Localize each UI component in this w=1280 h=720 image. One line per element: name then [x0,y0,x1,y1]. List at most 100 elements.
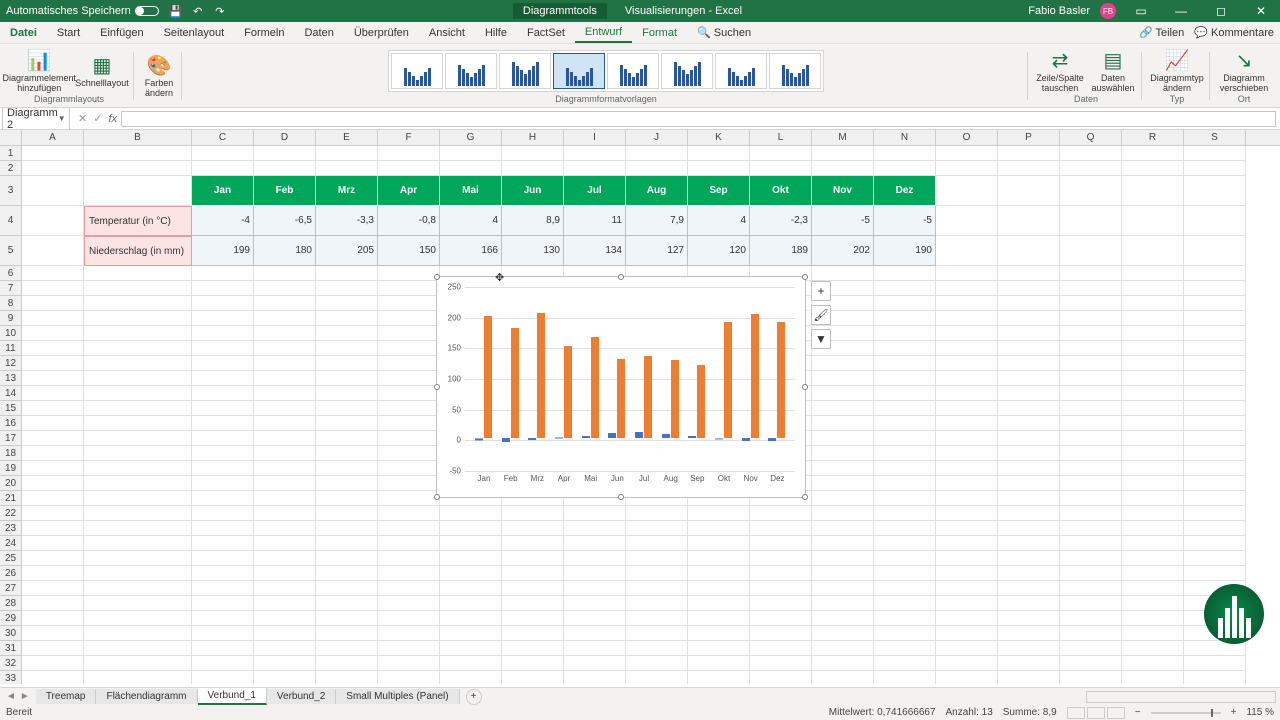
add-sheet-button[interactable]: + [466,689,482,705]
enter-formula-icon[interactable]: ✓ [93,112,102,125]
tab-page-layout[interactable]: Seitenlayout [154,24,235,42]
cell[interactable] [1060,266,1122,281]
cell[interactable] [192,551,254,566]
cell[interactable] [192,476,254,491]
sheet-tab-verbund2[interactable]: Verbund_2 [267,689,336,704]
cell[interactable] [440,536,502,551]
row-header[interactable]: 8 [0,296,22,311]
cell[interactable] [316,521,378,536]
cell[interactable] [378,506,440,521]
cell[interactable] [1060,671,1122,684]
cell[interactable] [192,581,254,596]
cell[interactable] [998,356,1060,371]
cell[interactable] [688,656,750,671]
cell[interactable] [874,581,936,596]
cell[interactable] [874,551,936,566]
resize-handle[interactable] [802,274,808,280]
cell[interactable] [1122,161,1184,176]
cell[interactable] [1184,536,1246,551]
cell[interactable] [378,386,440,401]
column-header[interactable]: H [502,130,564,145]
cell[interactable]: -4 [192,206,254,236]
cell[interactable] [1184,266,1246,281]
cell[interactable] [378,611,440,626]
cell[interactable] [936,281,998,296]
cell[interactable] [440,161,502,176]
cell[interactable] [750,566,812,581]
cell[interactable] [22,176,84,206]
cell[interactable] [998,581,1060,596]
cell[interactable]: -5 [874,206,936,236]
cell[interactable]: 4 [688,206,750,236]
bar-group[interactable] [688,365,705,439]
column-header[interactable]: M [812,130,874,145]
autosave-toggle[interactable]: Automatisches Speichern [6,5,159,17]
cell[interactable] [874,161,936,176]
resize-handle[interactable] [802,494,808,500]
cell[interactable] [998,371,1060,386]
change-chart-type-button[interactable]: 📈Diagrammtyp ändern [1150,48,1204,94]
cell[interactable] [254,521,316,536]
cell[interactable] [936,431,998,446]
cell[interactable]: 8,9 [502,206,564,236]
cell[interactable] [378,356,440,371]
cell[interactable] [316,296,378,311]
cell[interactable] [750,626,812,641]
cell[interactable] [502,581,564,596]
cell[interactable]: 205 [316,236,378,266]
cell[interactable] [22,491,84,506]
cell[interactable] [22,626,84,641]
cell[interactable] [192,281,254,296]
cell[interactable] [874,266,936,281]
cell[interactable] [22,461,84,476]
cell[interactable] [378,641,440,656]
cell[interactable]: Mai [440,176,502,206]
cell[interactable] [998,626,1060,641]
cell[interactable] [22,296,84,311]
cell[interactable] [84,371,192,386]
cell[interactable] [192,416,254,431]
cell[interactable] [316,581,378,596]
cell[interactable] [378,266,440,281]
cell[interactable] [1060,341,1122,356]
cell[interactable] [1060,626,1122,641]
cell[interactable] [874,311,936,326]
cell[interactable] [378,521,440,536]
cell[interactable] [316,611,378,626]
cell[interactable]: 134 [564,236,626,266]
cell[interactable] [84,641,192,656]
cell[interactable] [192,536,254,551]
bar-group[interactable] [768,322,785,439]
cell[interactable] [254,356,316,371]
cell[interactable] [998,416,1060,431]
cell[interactable] [192,596,254,611]
tab-file[interactable]: Datei [0,24,47,42]
cell[interactable] [1122,431,1184,446]
cell[interactable] [812,356,874,371]
cell[interactable] [1122,506,1184,521]
cell[interactable] [316,416,378,431]
cell[interactable] [378,566,440,581]
cell[interactable] [192,401,254,416]
cell[interactable] [998,311,1060,326]
cell[interactable] [812,596,874,611]
row-header[interactable]: 7 [0,281,22,296]
cell[interactable] [84,506,192,521]
cell[interactable]: Feb [254,176,316,206]
cell[interactable] [22,506,84,521]
column-header[interactable]: J [626,130,688,145]
cell[interactable]: 7,9 [626,206,688,236]
cell[interactable] [84,281,192,296]
cell[interactable] [812,476,874,491]
cell[interactable] [254,476,316,491]
cell[interactable] [378,476,440,491]
cell[interactable] [1122,656,1184,671]
cell[interactable] [1060,476,1122,491]
cell[interactable] [316,671,378,684]
bar-group[interactable] [635,356,652,438]
cell[interactable] [936,581,998,596]
row-header[interactable]: 16 [0,416,22,431]
cell[interactable] [1060,161,1122,176]
cell[interactable] [1184,296,1246,311]
cell[interactable] [502,611,564,626]
